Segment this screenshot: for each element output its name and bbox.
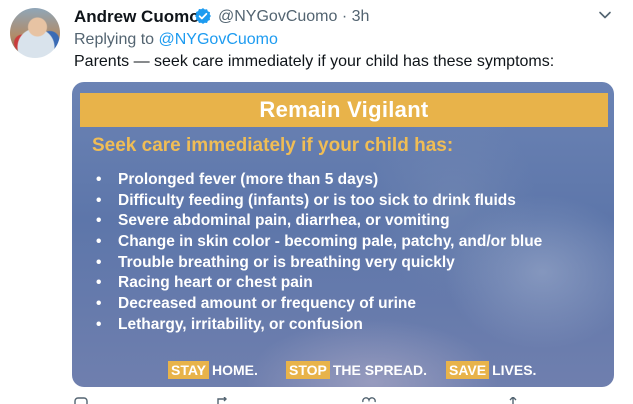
bullet-icon: • [96,315,102,333]
replying-to-link[interactable]: @NYGovCuomo [159,31,278,48]
symptom-item: • Decreased amount or frequency of urine [96,294,542,315]
replying-prefix: Replying to [74,31,155,48]
retweet-icon[interactable] [216,397,230,404]
symptom-item: • Prolonged fever (more than 5 days) [96,170,542,191]
banner-title: Remain Vigilant [259,97,429,122]
bullet-icon: • [96,171,102,188]
footer-stay-home: STAY HOME. [168,359,258,381]
card-banner: Remain Vigilant [80,93,608,127]
author-name[interactable]: Andrew Cuomo [74,7,200,27]
replying-to-line: Replying to @NYGovCuomo [74,31,278,49]
bullet-icon: • [96,274,102,292]
symptom-item: • Change in skin color - becoming pale, p… [96,232,542,253]
symptom-list: • Prolonged fever (more than 5 days) • Dif… [96,170,542,336]
tweet-actions [0,397,633,404]
bullet-icon: • [96,191,102,209]
card-subhead: Seek care immediately if your child has: [92,135,454,156]
symptom-item: • Difficulty feeding (infants) or is too … [96,191,542,212]
symptom-item: • Lethargy, irritability, or confusion [96,315,542,336]
bullet-icon: • [96,295,102,313]
symptom-item: • Trouble breathing or is breathing very … [96,253,542,274]
avatar[interactable] [10,8,60,58]
footer-save-lives: SAVE LIVES. [446,359,536,381]
share-icon[interactable] [506,397,520,404]
author-handle-time[interactable]: @NYGovCuomo · 3h [218,8,369,26]
bullet-icon: • [96,233,102,251]
verified-badge-icon [195,8,211,24]
footer-stop-spread: STOP THE SPREAD. [286,359,427,381]
like-icon[interactable] [362,397,376,404]
media-card[interactable]: Remain Vigilant Seek care immediately if… [72,82,614,387]
bullet-icon: • [96,253,102,271]
card-footer: STAY HOME. STOP THE SPREAD. SAVE LIVES. [72,359,614,381]
symptom-item: • Racing heart or chest pain [96,273,542,294]
symptom-item: • Severe abdominal pain, diarrhea, or vom… [96,211,542,232]
reply-icon[interactable] [74,397,88,404]
bullet-icon: • [96,212,102,230]
chevron-down-icon[interactable] [598,8,612,22]
tweet-text: Parents — seek care immediately if your … [74,53,555,70]
